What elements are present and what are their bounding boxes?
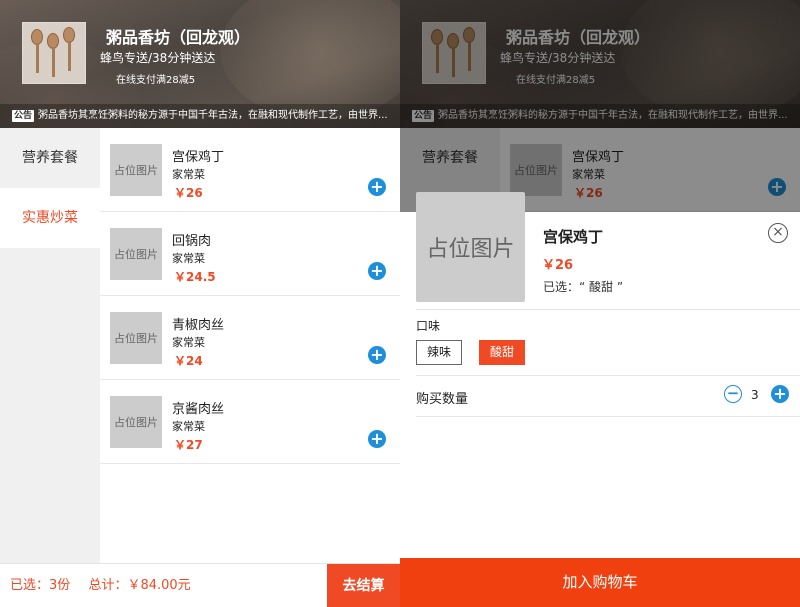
food-item[interactable]: 占位图片 回锅肉 家常菜 ￥24.5 + [100, 212, 400, 296]
promo-info: 在线支付满28减5 [116, 75, 196, 86]
checkout-button[interactable]: 去结算 [327, 564, 400, 607]
divider [416, 416, 800, 417]
food-image-placeholder: 占位图片 [110, 312, 162, 364]
spec-popup-screen: 粥品香坊（回龙观） 蜂鸟专送/38分钟送达 在线支付满28减5 公告 粥品香坊其烹… [400, 0, 800, 607]
food-category: 家常菜 [172, 252, 205, 265]
food-category: 家常菜 [172, 420, 205, 433]
food-name: 回锅肉 [172, 234, 212, 249]
food-category: 家常菜 [172, 168, 205, 181]
total-label: 总计：￥84.00元 [88, 578, 191, 593]
food-name: 宫保鸡丁 [172, 150, 225, 165]
food-list: 占位图片 宫保鸡丁 家常菜 ￥26 + 占位图片 回锅肉 家常菜 ￥24.5 +… [100, 128, 400, 464]
add-icon[interactable]: + [368, 262, 386, 280]
taste-option-sweet-sour[interactable]: 酸甜 [479, 340, 526, 365]
delivery-info: 蜂鸟专送/38分钟送达 [100, 51, 216, 65]
quantity-value: 3 [751, 388, 759, 402]
food-price: ￥27 [174, 438, 203, 452]
modal-image-placeholder: 占位图片 [416, 192, 525, 302]
quantity-label: 购买数量 [416, 392, 469, 407]
divider [416, 375, 800, 376]
shop-header: 粥品香坊（回龙观） 蜂鸟专送/38分钟送达 在线支付满28减5 公告 粥品香坊其烹… [0, 0, 400, 128]
minus-icon[interactable]: − [724, 385, 742, 403]
shop-logo [22, 22, 86, 84]
plus-icon[interactable]: + [771, 385, 789, 403]
add-icon[interactable]: + [368, 346, 386, 364]
shop-name: 粥品香坊（回龙观） [106, 28, 251, 47]
add-to-cart-button[interactable]: 加入购物车 [400, 558, 800, 607]
menu-screen: 粥品香坊（回龙观） 蜂鸟专送/38分钟送达 在线支付满28减5 公告 粥品香坊其烹… [0, 0, 400, 607]
taste-option-spicy[interactable]: 辣味 [416, 340, 463, 365]
food-image-placeholder: 占位图片 [110, 396, 162, 448]
add-icon[interactable]: + [368, 178, 386, 196]
food-image-placeholder: 占位图片 [110, 144, 162, 196]
taste-label: 口味 [416, 319, 441, 333]
selected-label: 已选：3份 [10, 578, 71, 593]
cart-bar: 已选：3份 总计：￥84.00元 去结算 [0, 563, 400, 607]
cart-summary: 已选：3份 总计：￥84.00元 [10, 564, 197, 607]
notice-bar[interactable]: 公告 粥品香坊其烹饪粥料的秘方源于中国千年古法，在融和现代制作工艺，由世界... [0, 104, 400, 128]
food-image-placeholder: 占位图片 [110, 228, 162, 280]
food-name: 京酱肉丝 [172, 402, 225, 417]
close-icon[interactable]: × [768, 223, 788, 243]
food-item[interactable]: 占位图片 京酱肉丝 家常菜 ￥27 + [100, 380, 400, 464]
spec-modal: 占位图片 宫保鸡丁 ￥26 已选：“ 酸甜 ” × 口味 辣味 酸甜 购买数量 … [400, 192, 800, 607]
food-price: ￥24.5 [174, 270, 216, 284]
food-category: 家常菜 [172, 336, 205, 349]
modal-food-name: 宫保鸡丁 [543, 228, 604, 246]
category-sidebar: 营养套餐 实惠炒菜 [0, 128, 100, 563]
food-name: 青椒肉丝 [172, 318, 225, 333]
add-icon[interactable]: + [368, 430, 386, 448]
food-item[interactable]: 占位图片 青椒肉丝 家常菜 ￥24 + [100, 296, 400, 380]
notice-text: 粥品香坊其烹饪粥料的秘方源于中国千年古法，在融和现代制作工艺，由世界... [38, 110, 388, 121]
food-price: ￥26 [174, 186, 203, 200]
category-item-value-stir-fry[interactable]: 实惠炒菜 [0, 188, 100, 248]
category-item-nutrition-set[interactable]: 营养套餐 [0, 128, 100, 188]
food-item[interactable]: 占位图片 宫保鸡丁 家常菜 ￥26 + [100, 128, 400, 212]
modal-food-price: ￥26 [542, 258, 574, 273]
notice-tag: 公告 [12, 110, 35, 122]
food-price: ￥24 [174, 354, 203, 368]
divider [416, 309, 800, 310]
modal-selected-text: 已选：“ 酸甜 ” [543, 280, 624, 294]
